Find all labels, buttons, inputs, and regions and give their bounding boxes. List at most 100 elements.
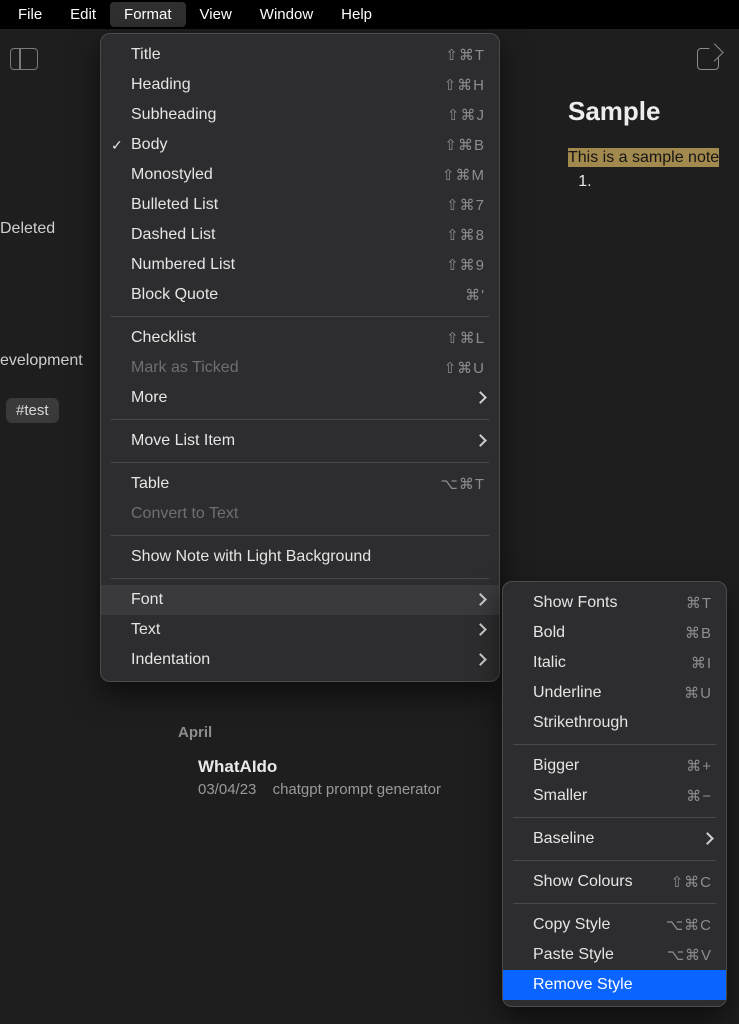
font-menu-item-remove-style[interactable]: Remove Style (503, 970, 726, 1000)
tag-chip-test[interactable]: #test (6, 398, 59, 423)
format-menu-item-dashed-list[interactable]: Dashed List⇧⌘8 (101, 220, 499, 250)
font-menu-item-underline[interactable]: Underline⌘U (503, 678, 726, 708)
format-menu-item-label: Numbered List (131, 256, 235, 274)
sidebar-item-development[interactable]: evelopment (0, 352, 83, 370)
format-menu-item-label: Checklist (131, 329, 196, 347)
chevron-right-icon (476, 432, 485, 450)
font-menu-item-baseline[interactable]: Baseline (503, 824, 726, 854)
note-title[interactable]: Sample (568, 96, 739, 127)
menu-help[interactable]: Help (327, 2, 386, 27)
font-menu-separator (513, 860, 716, 861)
format-menu-item-indentation[interactable]: Indentation (101, 645, 499, 675)
format-menu-item-label: Convert to Text (131, 505, 238, 523)
font-menu-item-label: Bigger (533, 757, 579, 775)
font-menu-item-bold[interactable]: Bold ⌘B (503, 618, 726, 648)
font-menu-item-show-fonts[interactable]: Show Fonts⌘T (503, 588, 726, 618)
format-menu-item-heading[interactable]: Heading⇧⌘H (101, 70, 499, 100)
format-menu-item-show-note-with-light-background[interactable]: Show Note with Light Background (101, 542, 499, 572)
format-menu-item-label: Monostyled (131, 166, 213, 184)
compose-note-icon[interactable] (697, 48, 719, 70)
keyboard-shortcut: ⌘B (685, 624, 712, 642)
keyboard-shortcut: ⇧⌘7 (446, 196, 485, 214)
chevron-right-icon (476, 389, 485, 407)
format-menu-item-numbered-list[interactable]: Numbered List ⇧⌘9 (101, 250, 499, 280)
format-menu-item-label: Bulleted List (131, 196, 218, 214)
format-menu-item-label: Indentation (131, 651, 210, 669)
format-menu-item-table[interactable]: Table⌥⌘T (101, 469, 499, 499)
keyboard-shortcut: ⇧⌘9 (446, 256, 485, 274)
note-list-item[interactable] (596, 173, 739, 191)
keyboard-shortcut: ⇧⌘8 (446, 226, 485, 244)
menu-edit[interactable]: Edit (56, 2, 110, 27)
format-menu-item-subheading[interactable]: Subheading ⇧⌘J (101, 100, 499, 130)
chevron-right-icon (476, 621, 485, 639)
menu-view[interactable]: View (186, 2, 246, 27)
font-menu-item-smaller[interactable]: Smaller ⌘− (503, 781, 726, 811)
format-menu-item-body[interactable]: Body⇧⌘B (101, 130, 499, 160)
format-menu-separator (111, 462, 489, 463)
format-menu: Title⇧⌘THeading⇧⌘HSubheading⇧⌘JBody⇧⌘BMo… (100, 33, 500, 682)
chevron-right-icon (476, 651, 485, 669)
format-menu-item-font[interactable]: Font (101, 585, 499, 615)
note-ordered-list[interactable] (596, 173, 739, 191)
note-card-subtitle: 03/04/23 chatgpt prompt generator (198, 781, 522, 798)
keyboard-shortcut: ⇧⌘M (442, 166, 485, 184)
font-menu-separator (513, 744, 716, 745)
format-menu-item-more[interactable]: More (101, 383, 499, 413)
keyboard-shortcut: ⌥⌘T (441, 475, 485, 493)
format-menu-item-move-list-item[interactable]: Move List Item (101, 426, 499, 456)
note-editor[interactable]: Sample This is a sample note (568, 96, 739, 191)
keyboard-shortcut: ⌥⌘C (666, 916, 712, 934)
font-menu-item-copy-style[interactable]: Copy Style⌥⌘C (503, 910, 726, 940)
sidebar-toggle-icon[interactable] (10, 48, 38, 70)
chevron-right-icon (476, 591, 485, 609)
keyboard-shortcut: ⌘U (684, 684, 712, 702)
font-menu-item-label: Italic (533, 654, 566, 672)
format-menu-item-title[interactable]: Title⇧⌘T (101, 40, 499, 70)
chevron-right-icon (703, 830, 712, 848)
menu-format[interactable]: Format (110, 2, 186, 27)
format-menu-item-label: Text (131, 621, 160, 639)
font-submenu: Show Fonts⌘T Bold ⌘B Italic⌘IUnderline⌘UStr… (502, 581, 727, 1007)
font-menu-item-italic[interactable]: Italic⌘I (503, 648, 726, 678)
format-menu-item-bulleted-list[interactable]: Bulleted List ⇧⌘7 (101, 190, 499, 220)
font-menu-item-label: Baseline (533, 830, 594, 848)
font-menu-item-strikethrough[interactable]: Strikethrough (503, 708, 726, 738)
format-menu-item-monostyled[interactable]: Monostyled ⇧⌘M (101, 160, 499, 190)
font-menu-item-label: Bold (533, 624, 565, 642)
keyboard-shortcut: ⇧⌘L (446, 329, 485, 347)
font-menu-item-paste-style[interactable]: Paste Style ⌥⌘V (503, 940, 726, 970)
font-menu-item-label: Smaller (533, 787, 587, 805)
font-menu-separator (513, 903, 716, 904)
format-menu-item-block-quote[interactable]: Block Quote⌘' (101, 280, 499, 310)
keyboard-shortcut: ⌘T (686, 594, 712, 612)
keyboard-shortcut: ⇧⌘C (671, 873, 712, 891)
font-menu-item-bigger[interactable]: Bigger ⌘+ (503, 751, 726, 781)
format-menu-item-label: Heading (131, 76, 191, 94)
format-menu-item-label: Subheading (131, 106, 216, 124)
keyboard-shortcut: ⌥⌘V (667, 946, 712, 964)
keyboard-shortcut: ⌘+ (686, 757, 712, 775)
keyboard-shortcut: ⇧⌘J (447, 106, 485, 124)
keyboard-shortcut: ⇧⌘B (444, 136, 485, 154)
keyboard-shortcut: ⌘− (686, 787, 712, 805)
format-menu-separator (111, 535, 489, 536)
font-menu-item-show-colours[interactable]: Show Colours⇧⌘C (503, 867, 726, 897)
format-menu-item-label: Title (131, 46, 161, 64)
format-menu-item-text[interactable]: Text (101, 615, 499, 645)
format-menu-item-mark-as-ticked: Mark as Ticked⇧⌘U (101, 353, 499, 383)
menu-window[interactable]: Window (246, 2, 327, 27)
font-menu-item-label: Paste Style (533, 946, 614, 964)
keyboard-shortcut: ⇧⌘U (444, 359, 485, 377)
format-menu-item-label: More (131, 389, 167, 407)
sidebar-item-recently-deleted[interactable]: Deleted (0, 220, 55, 238)
format-menu-item-checklist[interactable]: Checklist ⇧⌘L (101, 323, 499, 353)
menu-file[interactable]: File (4, 2, 56, 27)
note-highlighted-text[interactable]: This is a sample note (568, 148, 719, 167)
format-menu-item-label: Move List Item (131, 432, 235, 450)
font-menu-separator (513, 817, 716, 818)
note-card-title[interactable]: WhatAIdo (198, 757, 522, 777)
format-menu-separator (111, 316, 489, 317)
note-card-date: 03/04/23 (198, 781, 256, 798)
format-menu-item-label: Block Quote (131, 286, 218, 304)
